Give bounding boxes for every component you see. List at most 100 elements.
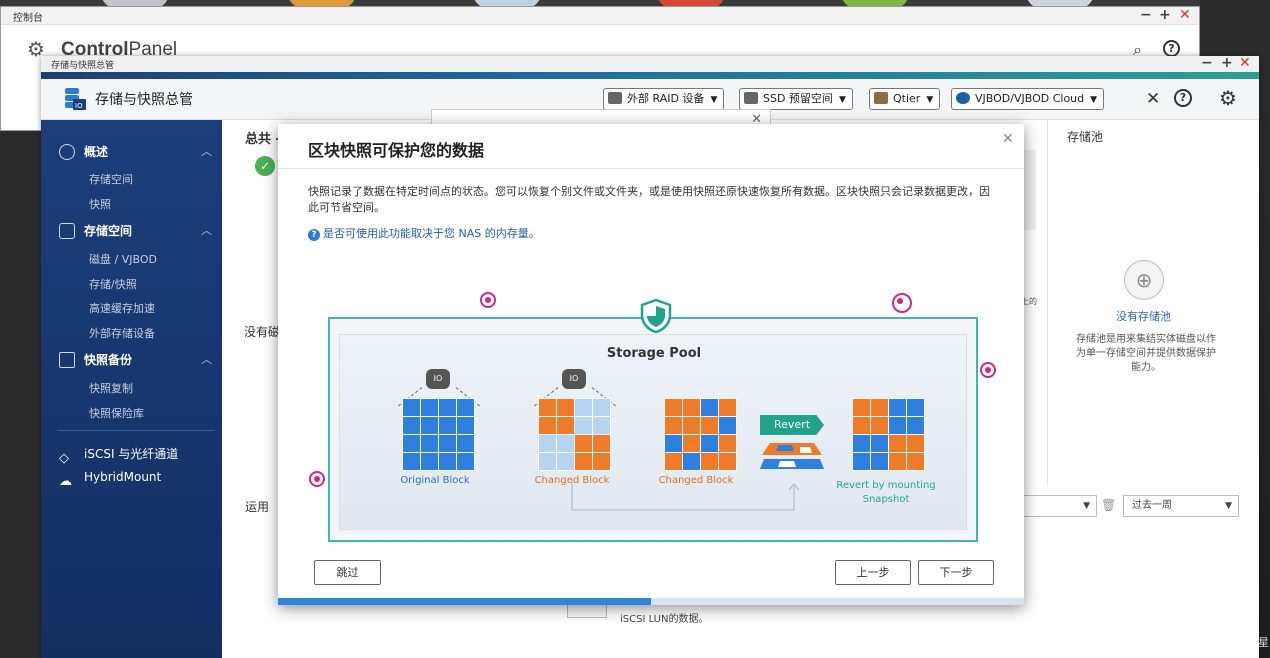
storage-pool-add-icon: ⊕ xyxy=(1124,260,1164,300)
sidebar-item-external-storage[interactable]: 外部存储设备 xyxy=(89,325,155,341)
control-panel-title-bar[interactable]: 控制台 − + ✕ xyxy=(1,7,1199,25)
previous-button[interactable]: 上一步 xyxy=(835,560,911,585)
sidebar-item-storage-space[interactable]: 存储空间 xyxy=(89,171,133,187)
close-button[interactable]: ✕ xyxy=(1179,8,1191,22)
sidebar-section-storage[interactable]: 存储空间 ︿ xyxy=(59,222,212,239)
snapshot-camera-icon: IO xyxy=(426,369,450,389)
raid-icon xyxy=(608,92,622,104)
window-title: 控制台 xyxy=(13,13,43,24)
changed-block-grid xyxy=(538,398,611,471)
skip-button[interactable]: 跳过 xyxy=(314,560,381,585)
illustration-title: Storage Pool xyxy=(606,346,702,361)
sidebar-item-cache-acceleration[interactable]: 高速缓存加速 xyxy=(89,300,155,316)
minimize-button[interactable]: − xyxy=(1140,8,1152,22)
pool-header: 存储池 xyxy=(1067,130,1104,144)
shield-icon xyxy=(640,299,672,333)
next-button[interactable]: 下一步 xyxy=(918,560,994,585)
qtier-button[interactable]: Qtier ▼ xyxy=(869,88,941,110)
chevron-up-icon[interactable]: ︿ xyxy=(201,143,212,159)
vjbod-button[interactable]: VJBOD/VJBOD Cloud ▼ xyxy=(951,88,1105,110)
help-icon[interactable]: ? xyxy=(1174,89,1192,107)
dashboard-icon xyxy=(59,144,75,160)
maximize-button[interactable]: + xyxy=(1159,8,1171,22)
maximize-button[interactable]: + xyxy=(1221,56,1233,70)
sidebar-item-iscsi[interactable]: ◇ iSCSI 与光纤通道 xyxy=(59,445,178,467)
iscsi-icon: ◇ xyxy=(59,451,69,466)
chevron-down-icon: ▼ xyxy=(1083,501,1090,511)
original-block-label: Original Block xyxy=(400,475,470,486)
no-disk-label: 没有磁 xyxy=(244,325,281,339)
changed-block-grid xyxy=(664,398,737,471)
snapshot-camera-icon: IO xyxy=(562,369,586,389)
marker-pin-icon xyxy=(892,293,912,313)
usage-label: 运用 xyxy=(245,500,270,514)
filter-select[interactable]: ▼ xyxy=(1021,495,1097,517)
tools-icon[interactable]: ✕ xyxy=(1146,89,1160,109)
snapshot-layer-icon xyxy=(760,443,824,469)
external-raid-button[interactable]: 外部 RAID 设备 ▼ xyxy=(603,88,725,110)
qtier-icon xyxy=(874,92,888,104)
dialog-divider xyxy=(278,168,1024,169)
minimize-button[interactable]: − xyxy=(1201,56,1213,70)
wizard-progress-bar xyxy=(278,598,1024,605)
window-title: 存储与快照总管 xyxy=(51,61,115,71)
ssd-reserve-button[interactable]: SSD 预留空间 ▼ xyxy=(739,88,853,110)
revert-caption-line2: Snapshot xyxy=(862,494,910,505)
panel-divider xyxy=(1047,120,1048,485)
sidebar-item-snapshot-vault[interactable]: 快照保险库 xyxy=(89,405,144,421)
ssd-icon xyxy=(744,92,758,104)
storage-logo-icon: IO xyxy=(65,88,86,110)
total-label: 总共 - xyxy=(245,132,281,147)
chevron-up-icon[interactable]: ︿ xyxy=(201,351,212,367)
chevron-down-icon: ▼ xyxy=(838,95,846,105)
revert-caption-line1: Revert by mounting xyxy=(836,480,936,491)
svg-text:IO: IO xyxy=(75,102,83,110)
snapshot-intro-dialog: 区块快照可保护您的数据 ✕ 快照记录了数据在特定时间点的状态。您可以恢复个别文件… xyxy=(278,124,1024,605)
no-storage-pool-link[interactable]: 没有存储池 xyxy=(1116,308,1171,324)
original-block-grid xyxy=(402,398,475,471)
edge-text: 星 xyxy=(1258,636,1269,649)
chevron-down-icon: ▼ xyxy=(926,95,934,105)
sidebar-divider xyxy=(57,430,215,431)
sidebar-item-hybridmount[interactable]: ☁ HybridMount xyxy=(59,470,161,490)
sidebar-item-storage-snapshots[interactable]: 存储/快照 xyxy=(89,276,137,292)
sidebar-item-snapshot-replica[interactable]: 快照复制 xyxy=(89,380,133,396)
snapshot-illustration: Storage Pool IO Original Block IO Change… xyxy=(328,299,978,542)
settings-gear-icon[interactable]: ⚙ xyxy=(1219,86,1237,110)
sidebar-item-snapshot[interactable]: 快照 xyxy=(89,196,111,212)
app-title: 存储与快照总管 xyxy=(95,92,193,108)
wizard-progress-fill xyxy=(278,598,651,605)
snapshot-icon xyxy=(59,352,75,368)
trash-icon[interactable]: 🗑 xyxy=(1101,498,1116,512)
chevron-down-icon: ▼ xyxy=(710,95,718,105)
chevron-down-icon: ▼ xyxy=(1225,501,1232,511)
storage-title-bar[interactable]: 存储与快照总管 − + ✕ xyxy=(41,56,1259,72)
close-icon[interactable]: ✕ xyxy=(1002,131,1014,147)
marker-pin-icon xyxy=(980,362,996,378)
help-icon[interactable]: ? xyxy=(1163,40,1180,57)
database-icon xyxy=(59,223,75,239)
cloud-icon: ☁ xyxy=(59,474,72,489)
marker-pin-icon xyxy=(309,471,325,487)
time-range-select[interactable]: 过去一周 ▼ xyxy=(1123,495,1239,517)
marker-pin-icon xyxy=(480,292,496,308)
sidebar: 概述 ︿ 存储空间 快照 存储空间 ︿ 磁盘 / VJBOD 存储/快照 高速缓存加… xyxy=(41,120,222,658)
sidebar-section-snapshot-backup[interactable]: 快照备份 ︿ xyxy=(59,351,212,368)
storage-pool-panel: Storage Pool IO Original Block IO Change… xyxy=(339,334,967,530)
dialog-title: 区块快照可保护您的数据 xyxy=(308,141,485,160)
sidebar-item-disks[interactable]: 磁盘 / VJBOD xyxy=(89,251,157,267)
reverted-block-grid xyxy=(852,398,925,471)
chevron-down-icon: ▼ xyxy=(1090,95,1098,105)
iscsi-description: iSCSI LUN的数据。 xyxy=(620,614,709,625)
status-ok-icon: ✓ xyxy=(255,156,275,176)
flow-connector xyxy=(571,480,800,511)
storage-pool-description: 存储池是用来集结实体磁盘以作为单一存储空间并提供数据保护能力。 xyxy=(1076,334,1216,373)
vjbod-icon xyxy=(956,92,970,104)
sidebar-section-overview[interactable]: 概述 ︿ xyxy=(59,143,212,160)
chevron-up-icon[interactable]: ︿ xyxy=(201,222,212,238)
close-button[interactable]: ✕ xyxy=(1239,56,1251,70)
question-icon: ? xyxy=(308,229,320,241)
memory-tip: ? 是否可使用此功能取决于您 NAS 的内存量。 xyxy=(308,225,540,241)
accent-bar xyxy=(41,72,1259,79)
dialog-description: 快照记录了数据在特定时间点的状态。您可以恢复个别文件或文件夹，或是使用快照还原快… xyxy=(308,185,990,214)
